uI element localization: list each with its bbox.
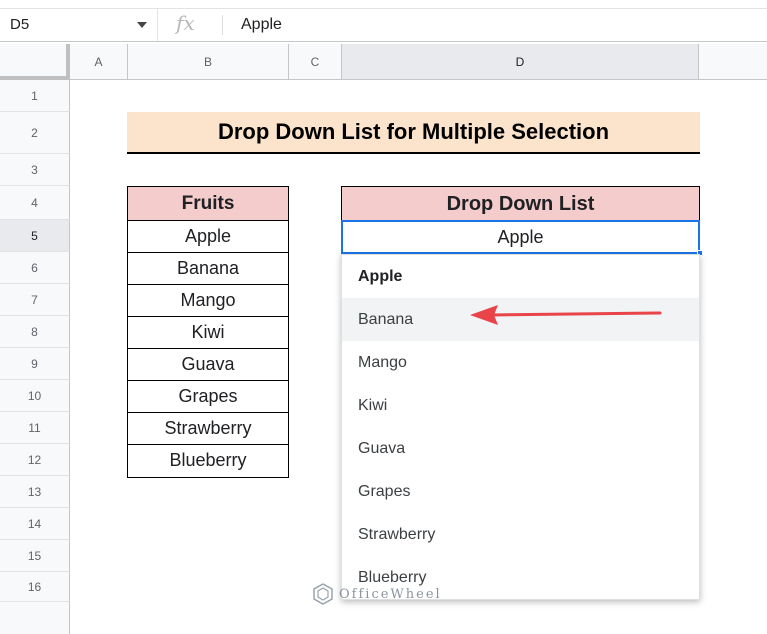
- red-arrow-icon: [470, 305, 662, 325]
- formula-separator: [222, 15, 223, 35]
- row-header-5[interactable]: 5: [0, 220, 70, 252]
- fruits-header[interactable]: Fruits: [128, 187, 288, 221]
- dropdown-option-mango[interactable]: Mango: [342, 341, 699, 384]
- dropdown-option-strawberry[interactable]: Strawberry: [342, 513, 699, 556]
- row-header-3[interactable]: 3: [0, 154, 70, 186]
- officewheel-logo-icon: [313, 583, 333, 605]
- row-header-9[interactable]: 9: [0, 348, 70, 380]
- column-header-e[interactable]: [699, 44, 767, 80]
- row-header-12[interactable]: 12: [0, 444, 70, 476]
- dropdown-option-kiwi[interactable]: Kiwi: [342, 384, 699, 427]
- fx-icon: fx: [176, 11, 195, 35]
- row-header-15[interactable]: 15: [0, 540, 70, 572]
- sheet-title[interactable]: Drop Down List for Multiple Selection: [127, 112, 700, 154]
- watermark-text: OfficeWheel: [339, 586, 442, 602]
- fruit-cell[interactable]: Apple: [128, 221, 288, 253]
- row-header-8[interactable]: 8: [0, 316, 70, 348]
- fruit-cell[interactable]: Kiwi: [128, 317, 288, 349]
- row-header-11[interactable]: 11: [0, 412, 70, 444]
- fruit-cell[interactable]: Mango: [128, 285, 288, 317]
- row-header-16[interactable]: 16: [0, 572, 70, 602]
- fruit-cell[interactable]: Grapes: [128, 381, 288, 413]
- column-header-d[interactable]: D: [342, 44, 699, 80]
- column-header-c[interactable]: C: [289, 44, 342, 80]
- row-header-2[interactable]: 2: [0, 112, 70, 154]
- column-header-b[interactable]: B: [128, 44, 289, 80]
- chevron-down-icon[interactable]: [137, 22, 147, 28]
- fruit-cell[interactable]: Strawberry: [128, 413, 288, 445]
- formula-input[interactable]: Apple: [241, 16, 282, 34]
- fruit-cell[interactable]: Guava: [128, 349, 288, 381]
- watermark: OfficeWheel: [312, 582, 442, 606]
- fruit-cell[interactable]: Banana: [128, 253, 288, 285]
- name-box[interactable]: D5: [0, 9, 158, 41]
- row-header-1[interactable]: 1: [0, 80, 70, 112]
- row-header-4[interactable]: 4: [0, 186, 70, 220]
- fruit-cell[interactable]: Blueberry: [128, 445, 288, 477]
- formula-bar: D5 fx Apple: [0, 8, 767, 42]
- column-header-a[interactable]: A: [70, 44, 128, 80]
- dropdown-option-guava[interactable]: Guava: [342, 427, 699, 470]
- row-header-10[interactable]: 10: [0, 380, 70, 412]
- row-header-filler: [0, 602, 70, 634]
- dropdown-list-header[interactable]: Drop Down List: [341, 186, 700, 221]
- fruits-table: Fruits Apple Banana Mango Kiwi Guava Gra…: [127, 186, 289, 478]
- select-all-corner[interactable]: [0, 44, 70, 80]
- dropdown-option-apple[interactable]: Apple: [342, 255, 699, 298]
- row-header-14[interactable]: 14: [0, 508, 70, 540]
- active-dropdown-cell[interactable]: Apple: [341, 220, 700, 254]
- row-header-13[interactable]: 13: [0, 476, 70, 508]
- dropdown-option-grapes[interactable]: Grapes: [342, 470, 699, 513]
- row-header-7[interactable]: 7: [0, 284, 70, 316]
- cell-reference: D5: [10, 16, 30, 33]
- row-header-6[interactable]: 6: [0, 252, 70, 284]
